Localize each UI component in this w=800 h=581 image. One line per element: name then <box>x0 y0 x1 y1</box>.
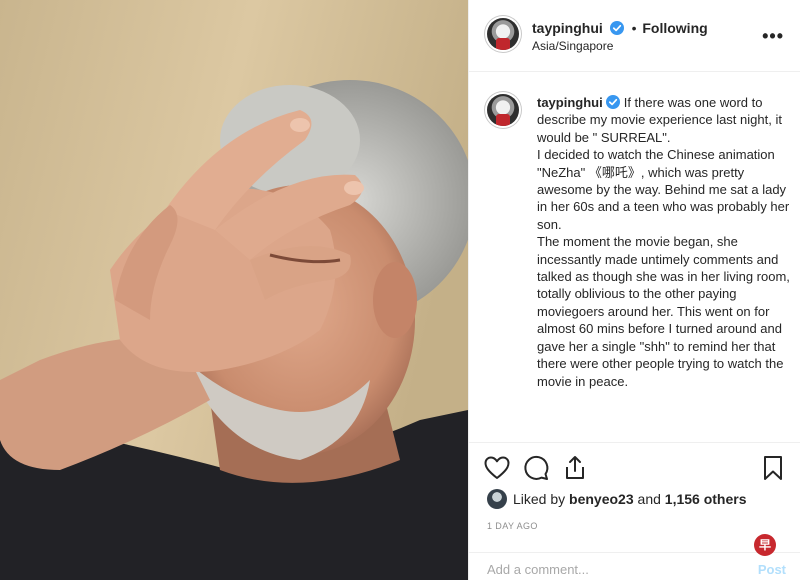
post-side-panel: taypinghui • Following Asia/Singapore ••… <box>469 0 800 580</box>
post-location[interactable]: Asia/Singapore <box>532 39 613 53</box>
share-icon[interactable] <box>561 454 589 482</box>
author-avatar[interactable] <box>487 18 519 50</box>
post-header: taypinghui • Following Asia/Singapore ••… <box>469 0 800 72</box>
more-horizontal-icon[interactable]: ••• <box>762 26 784 47</box>
caption-avatar[interactable] <box>487 94 519 126</box>
post-timestamp[interactable]: 1 DAY AGO <box>487 521 538 531</box>
man-facepalm-photo <box>0 0 468 580</box>
caption-body: taypinghui If there was one word to desc… <box>537 94 799 390</box>
zaobao-watermark: 早 <box>754 534 776 556</box>
liker-avatar[interactable] <box>487 489 507 509</box>
post-photo[interactable] <box>0 0 468 580</box>
comment-bubble-icon[interactable] <box>522 454 550 482</box>
follow-status-button[interactable]: Following <box>642 20 707 36</box>
verified-badge-icon <box>605 95 620 109</box>
instagram-post: taypinghui • Following Asia/Singapore ••… <box>0 0 800 580</box>
author-line: taypinghui • Following <box>532 20 708 36</box>
comment-box: Post <box>469 552 800 581</box>
heart-icon[interactable] <box>483 454 511 482</box>
likes-count-link[interactable]: 1,156 others <box>665 491 747 507</box>
verified-badge-icon <box>609 21 624 35</box>
author-username[interactable]: taypinghui <box>532 20 603 36</box>
bookmark-icon[interactable] <box>759 454 787 482</box>
caption-username[interactable]: taypinghui <box>537 95 603 110</box>
comment-input[interactable] <box>485 561 729 578</box>
caption-text: If there was one word to describe my mov… <box>537 95 790 389</box>
post-comment-button[interactable]: Post <box>758 562 786 577</box>
likes-summary: Liked by benyeo23 and 1,156 others <box>487 489 747 509</box>
likes-prefix: Liked by <box>513 491 566 507</box>
separator-dot: • <box>631 20 637 36</box>
liker-username[interactable]: benyeo23 <box>569 491 634 507</box>
likes-conjunction: and <box>637 491 661 507</box>
